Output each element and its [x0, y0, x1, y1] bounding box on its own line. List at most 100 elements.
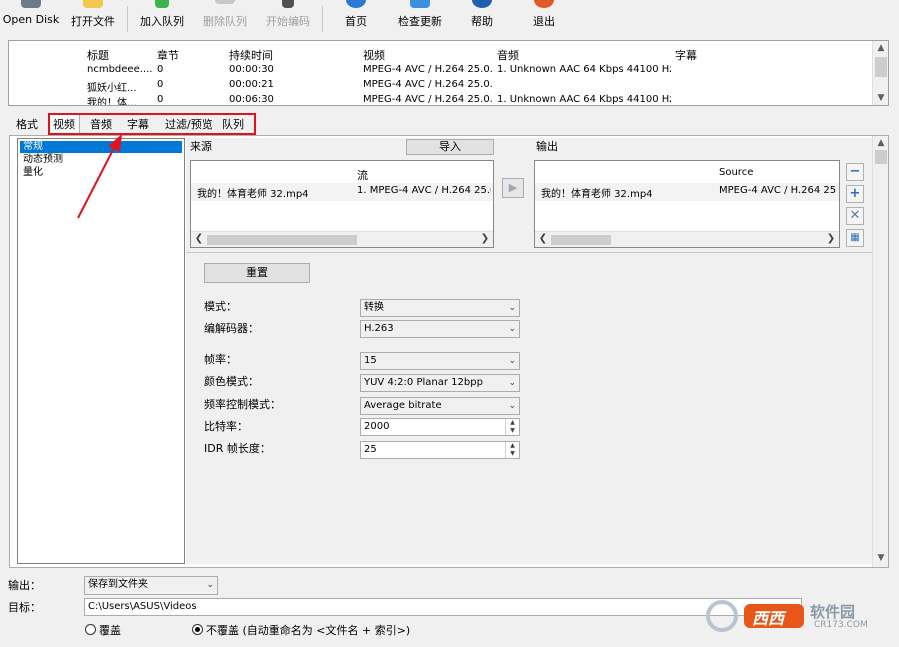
stepper-arrows-icon[interactable]: ▲ ▼	[505, 419, 519, 435]
remove-queue-button[interactable]: 删除队列	[196, 0, 254, 34]
refresh-icon	[410, 0, 430, 8]
scroll-down-icon[interactable]: ▼	[873, 93, 888, 103]
mode-select[interactable]: 转换 ⌄	[360, 299, 520, 317]
toolbar-separator	[322, 6, 323, 32]
list-item[interactable]: 我的！体育老师 32.mp4 1. MPEG-4 AVC / H.264 25.…	[191, 183, 493, 201]
target-label: 目标：	[8, 601, 41, 614]
column-header-source: Source	[719, 167, 754, 178]
minus-icon: −	[849, 164, 861, 179]
scroll-up-icon[interactable]: ▲	[873, 138, 889, 148]
check-update-button[interactable]: 检查更新	[392, 0, 448, 34]
idr-length-stepper[interactable]: 25 ▲ ▼	[360, 441, 520, 459]
plus-icon	[155, 0, 169, 8]
stepper-arrows-icon[interactable]: ▲ ▼	[505, 442, 519, 458]
watermark-domain: CR173.COM	[814, 620, 868, 630]
chevron-down-icon: ⌄	[508, 324, 516, 334]
scroll-down-icon[interactable]: ▼	[873, 553, 889, 563]
scroll-left-icon[interactable]: ❮	[192, 233, 206, 244]
divider	[186, 252, 872, 253]
list-item[interactable]: 我的！体育老师 32.mp4 MPEG-4 AVC / H.264 25.00	[535, 183, 839, 201]
power-icon	[534, 0, 554, 8]
rate-control-label: 频率控制模式：	[204, 398, 281, 411]
no-overwrite-radio[interactable]	[192, 624, 203, 635]
toolbar-separator	[127, 6, 128, 32]
scroll-right-icon[interactable]: ❯	[824, 233, 838, 244]
overwrite-radio[interactable]	[85, 624, 96, 635]
job-queue-table[interactable]: 标题 章节 持续时间 视频 音频 字幕 ncmbdeee.... 0 00:00…	[8, 40, 889, 106]
watermark-logo: 西西 软件园 CR173.COM	[704, 598, 884, 634]
overwrite-label: 覆盖	[99, 624, 121, 637]
source-stream-list[interactable]: 流 我的！体育老师 32.mp4 1. MPEG-4 AVC / H.264 2…	[190, 160, 494, 248]
fps-select[interactable]: 15 ⌄	[360, 352, 520, 370]
open-file-button[interactable]: 打开文件	[66, 0, 120, 34]
arrow-right-icon: ▶	[508, 181, 518, 194]
delete-stream-button[interactable]: ✕	[846, 207, 864, 225]
mode-label: 模式：	[204, 300, 237, 313]
exit-button[interactable]: 退出	[524, 0, 564, 34]
output-stream-list[interactable]: Source 我的！体育老师 32.mp4 MPEG-4 AVC / H.264…	[534, 160, 840, 248]
watermark-brand: 西西	[752, 609, 785, 628]
bitrate-label: 比特率：	[204, 420, 248, 433]
color-mode-select[interactable]: YUV 4:2:0 Planar 12bpp ⌄	[360, 374, 520, 392]
bitrate-stepper[interactable]: 2000 ▲ ▼	[360, 418, 520, 436]
chevron-down-icon: ⌄	[206, 580, 214, 590]
codec-label: 编解码器：	[204, 322, 259, 335]
grid-icon: ▦	[850, 232, 860, 243]
scrollbar-thumb[interactable]	[551, 235, 611, 245]
chevron-down-icon: ⌄	[508, 303, 516, 313]
help-icon	[472, 0, 492, 8]
import-button[interactable]: 导入	[406, 139, 494, 155]
category-item-quantization[interactable]: 量化	[20, 167, 46, 179]
target-path-input[interactable]: C:\Users\ASUS\Videos	[84, 598, 802, 616]
home-button[interactable]: 首页	[336, 0, 376, 34]
scroll-up-icon[interactable]: ▲	[873, 43, 888, 53]
scrollbar-thumb[interactable]	[207, 235, 357, 245]
column-header-title[interactable]: 标题	[87, 47, 109, 63]
open-disk-button[interactable]: Open Disk	[0, 0, 62, 34]
column-header-subtitle[interactable]: 字幕	[675, 47, 697, 63]
output-destination-label: 输出：	[8, 579, 41, 592]
folder-icon	[83, 0, 103, 8]
scroll-left-icon[interactable]: ❮	[536, 233, 550, 244]
annotation-arrow	[77, 134, 122, 219]
stream-settings-button[interactable]: ▦	[846, 229, 864, 247]
output-hscrollbar[interactable]: ❮ ❯	[535, 231, 839, 247]
chevron-down-icon: ⌄	[508, 378, 516, 388]
close-icon: ✕	[849, 208, 861, 223]
column-header-chapter[interactable]: 章节	[157, 47, 179, 63]
column-header-audio[interactable]: 音频	[497, 47, 519, 63]
chevron-down-icon: ⌄	[508, 401, 516, 411]
category-item-motion-estimation[interactable]: 动态预测	[20, 154, 66, 166]
column-header-duration[interactable]: 持续时间	[229, 47, 273, 63]
encode-icon	[282, 0, 294, 8]
chevron-down-icon: ⌄	[508, 356, 516, 366]
reset-button[interactable]: 重置	[204, 263, 310, 283]
add-stream-button[interactable]: +	[846, 185, 864, 203]
globe-icon	[346, 0, 366, 8]
codec-select[interactable]: H.263 ⌄	[360, 320, 520, 338]
add-queue-button[interactable]: 加入队列	[134, 0, 190, 34]
help-button[interactable]: 帮助	[462, 0, 502, 34]
idr-length-label: IDR 帧长度：	[204, 442, 271, 455]
video-settings-area: 来源 导入 流 我的！体育老师 32.mp4 1. MPEG-4 AVC / H…	[186, 138, 872, 564]
column-header-stream: 流	[357, 169, 368, 182]
remove-stream-button[interactable]: −	[846, 163, 864, 181]
column-header-video[interactable]: 视频	[363, 47, 385, 63]
color-mode-label: 颜色模式：	[204, 375, 259, 388]
disk-icon	[21, 0, 41, 8]
plus-icon: +	[849, 186, 861, 201]
source-hscrollbar[interactable]: ❮ ❯	[191, 231, 493, 247]
queue-scrollbar[interactable]: ▲ ▼	[872, 41, 888, 105]
panel-scrollbar[interactable]: ▲ ▼	[872, 136, 888, 567]
watermark-text: 软件园	[810, 603, 856, 621]
toolbar: Open Disk 打开文件 加入队列 删除队列 开始编码 首页 检查更新 帮助…	[0, 0, 899, 34]
scroll-right-icon[interactable]: ❯	[478, 233, 492, 244]
move-right-button[interactable]: ▶	[502, 178, 524, 198]
source-label: 来源	[190, 140, 212, 153]
start-encode-button[interactable]: 开始编码	[260, 0, 316, 34]
rate-control-select[interactable]: Average bitrate ⌄	[360, 397, 520, 415]
output-destination-select[interactable]: 保存到文件夹 ⌄	[84, 576, 218, 595]
tab-format[interactable]: 格式	[16, 116, 38, 132]
scrollbar-thumb[interactable]	[875, 150, 887, 164]
scrollbar-thumb[interactable]	[875, 57, 887, 77]
